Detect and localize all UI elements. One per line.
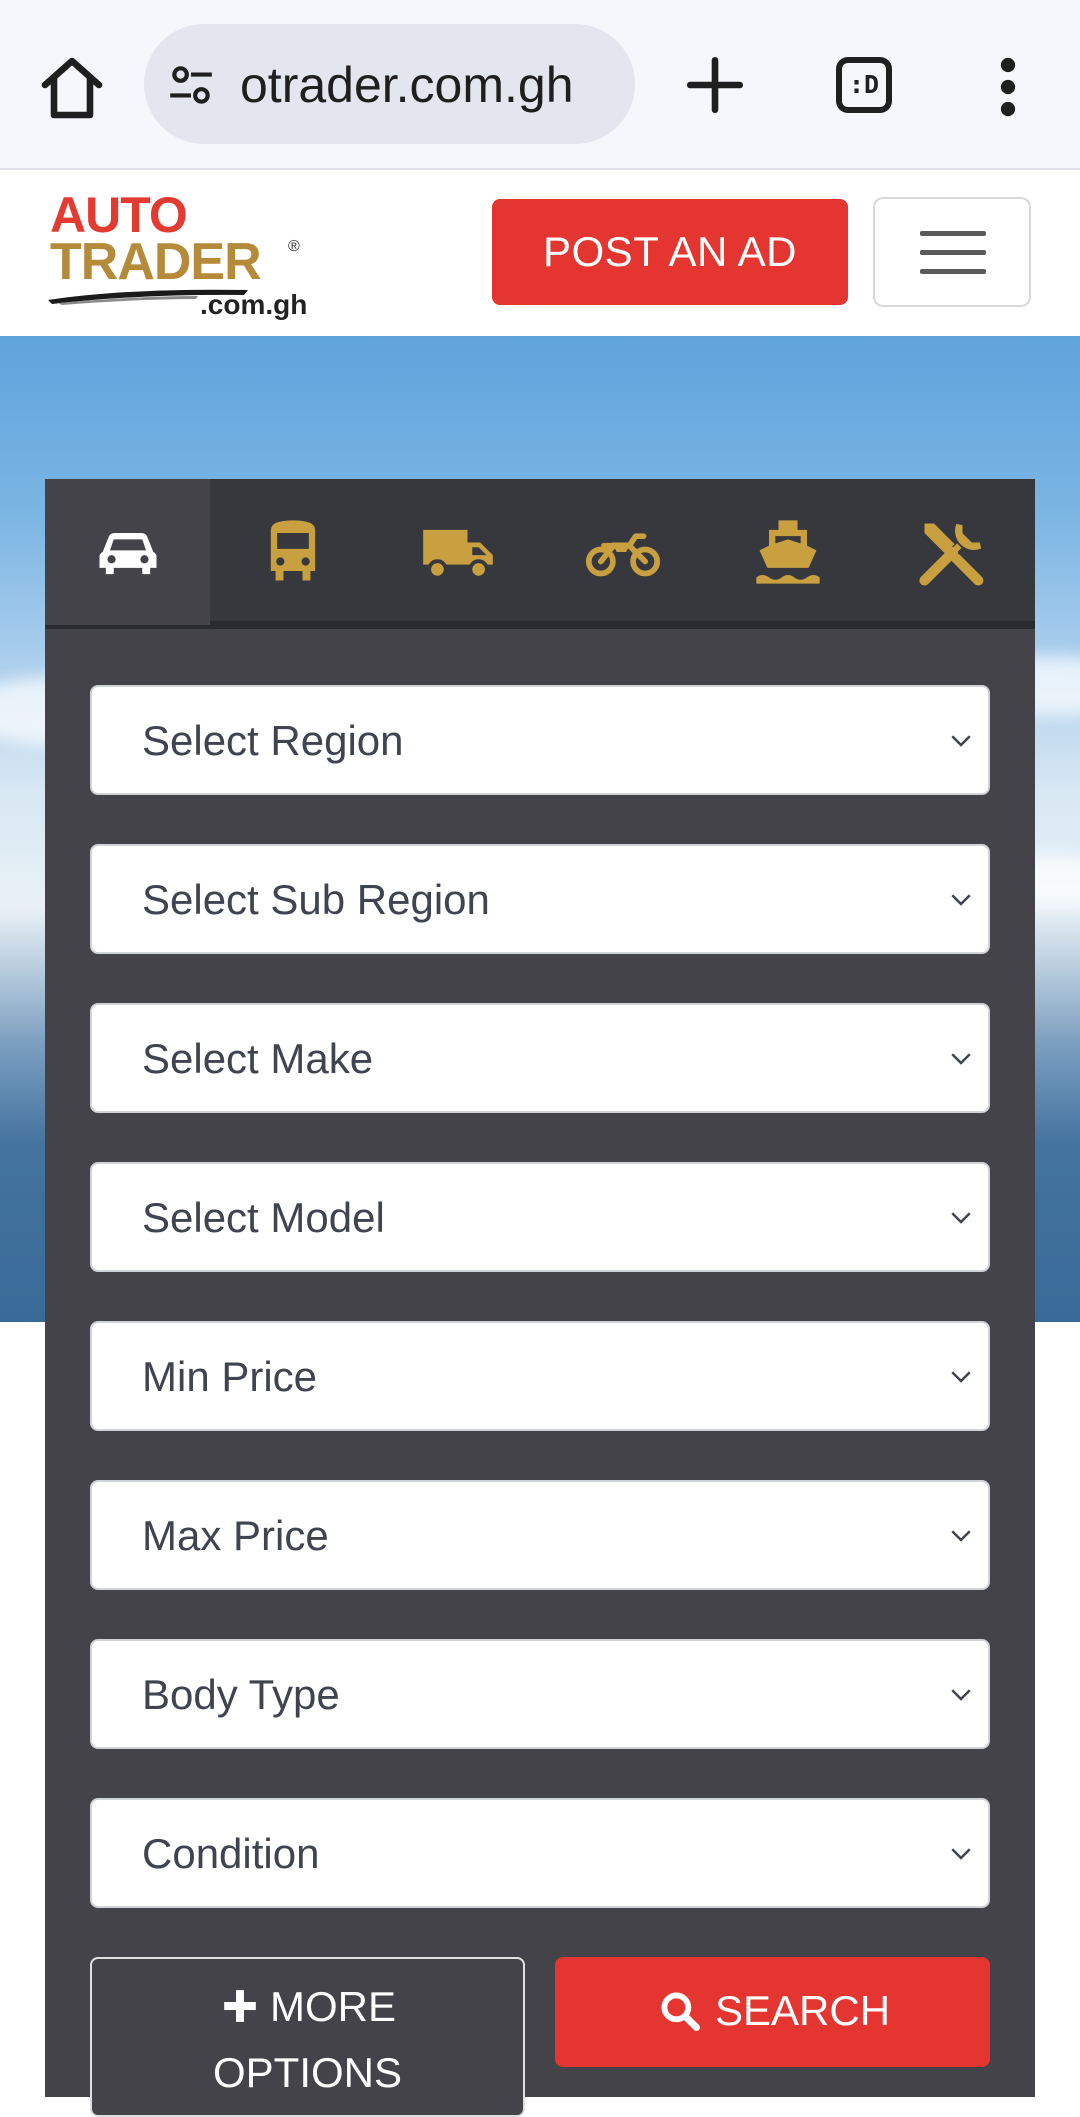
chevron-down-icon	[951, 1848, 971, 1860]
chevron-down-icon	[951, 894, 971, 906]
sub-region-select-label: Select Sub Region	[142, 876, 490, 923]
condition-select-label: Condition	[142, 1830, 320, 1877]
min-price-select-label: Min Price	[142, 1353, 318, 1400]
vehicle-search-panel: Select Region Select Sub Region Select M…	[45, 479, 1035, 2117]
model-select[interactable]: Select Model	[90, 1162, 990, 1272]
model-select-label: Select Model	[142, 1194, 385, 1241]
sub-region-select[interactable]: Select Sub Region	[90, 844, 990, 954]
tab-truck[interactable]	[375, 479, 540, 625]
tab-switcher-button[interactable]: :D	[836, 57, 892, 113]
make-select[interactable]: Select Make	[90, 1003, 990, 1113]
site-header: AUTO TRADER ® .com.gh POST AN AD	[0, 172, 1080, 336]
logo-domain-text: .com.gh	[200, 289, 308, 320]
condition-select[interactable]: Condition	[90, 1798, 990, 1908]
motorcycle-icon	[585, 533, 660, 577]
max-price-select-label: Max Price	[142, 1512, 329, 1559]
chevron-down-icon	[951, 1530, 971, 1542]
vehicle-type-tabs	[45, 479, 1035, 629]
bus-icon	[270, 520, 315, 581]
ship-icon	[755, 520, 820, 584]
hamburger-line	[920, 250, 986, 255]
body-type-select[interactable]: Body Type	[90, 1639, 990, 1749]
tab-motorcycle[interactable]	[540, 479, 705, 625]
browser-toolbar: otrader.com.gh :D	[0, 0, 1080, 170]
more-options-label-line1: MORE	[270, 1983, 396, 2030]
search-icon	[661, 1992, 700, 2031]
tab-boat[interactable]	[705, 479, 870, 625]
max-price-select[interactable]: Max Price	[90, 1480, 990, 1590]
truck-icon	[422, 529, 493, 580]
chevron-down-icon	[951, 1212, 971, 1224]
tab-parts[interactable]	[870, 479, 1035, 625]
region-select-label: Select Region	[142, 717, 404, 764]
tools-icon	[918, 523, 983, 586]
chevron-down-icon	[951, 1371, 971, 1383]
home-icon[interactable]	[36, 52, 108, 124]
chevron-down-icon	[951, 1053, 971, 1065]
tab-bus[interactable]	[210, 479, 375, 625]
car-icon	[99, 533, 156, 575]
hamburger-line	[920, 269, 986, 274]
logo-trader-text: TRADER	[50, 233, 262, 291]
logo-registered-mark: ®	[288, 238, 300, 255]
hamburger-menu-button[interactable]	[873, 197, 1031, 307]
chevron-down-icon	[951, 1689, 971, 1701]
search-button[interactable]: SEARCH	[555, 1957, 990, 2067]
address-bar[interactable]: otrader.com.gh	[144, 24, 635, 144]
url-text[interactable]: otrader.com.gh	[240, 56, 610, 114]
search-button-label: SEARCH	[715, 1987, 891, 2034]
autotrader-logo[interactable]: AUTO TRADER ® .com.gh	[48, 190, 328, 320]
more-options-label-line2: OPTIONS	[212, 2049, 403, 2096]
site-settings-icon[interactable]	[166, 60, 216, 110]
new-tab-icon[interactable]	[682, 52, 748, 118]
chevron-down-icon	[951, 735, 971, 747]
region-select[interactable]: Select Region	[90, 685, 990, 795]
post-ad-button[interactable]: POST AN AD	[492, 199, 848, 305]
tab-car[interactable]	[45, 479, 210, 625]
make-select-label: Select Make	[142, 1035, 374, 1082]
hamburger-line	[920, 231, 986, 236]
min-price-select[interactable]: Min Price	[90, 1321, 990, 1431]
more-options-button[interactable]: MORE OPTIONS	[90, 1957, 525, 2117]
more-vert-icon[interactable]	[990, 54, 1026, 120]
plus-icon	[224, 1990, 256, 2022]
body-type-select-label: Body Type	[142, 1671, 340, 1718]
